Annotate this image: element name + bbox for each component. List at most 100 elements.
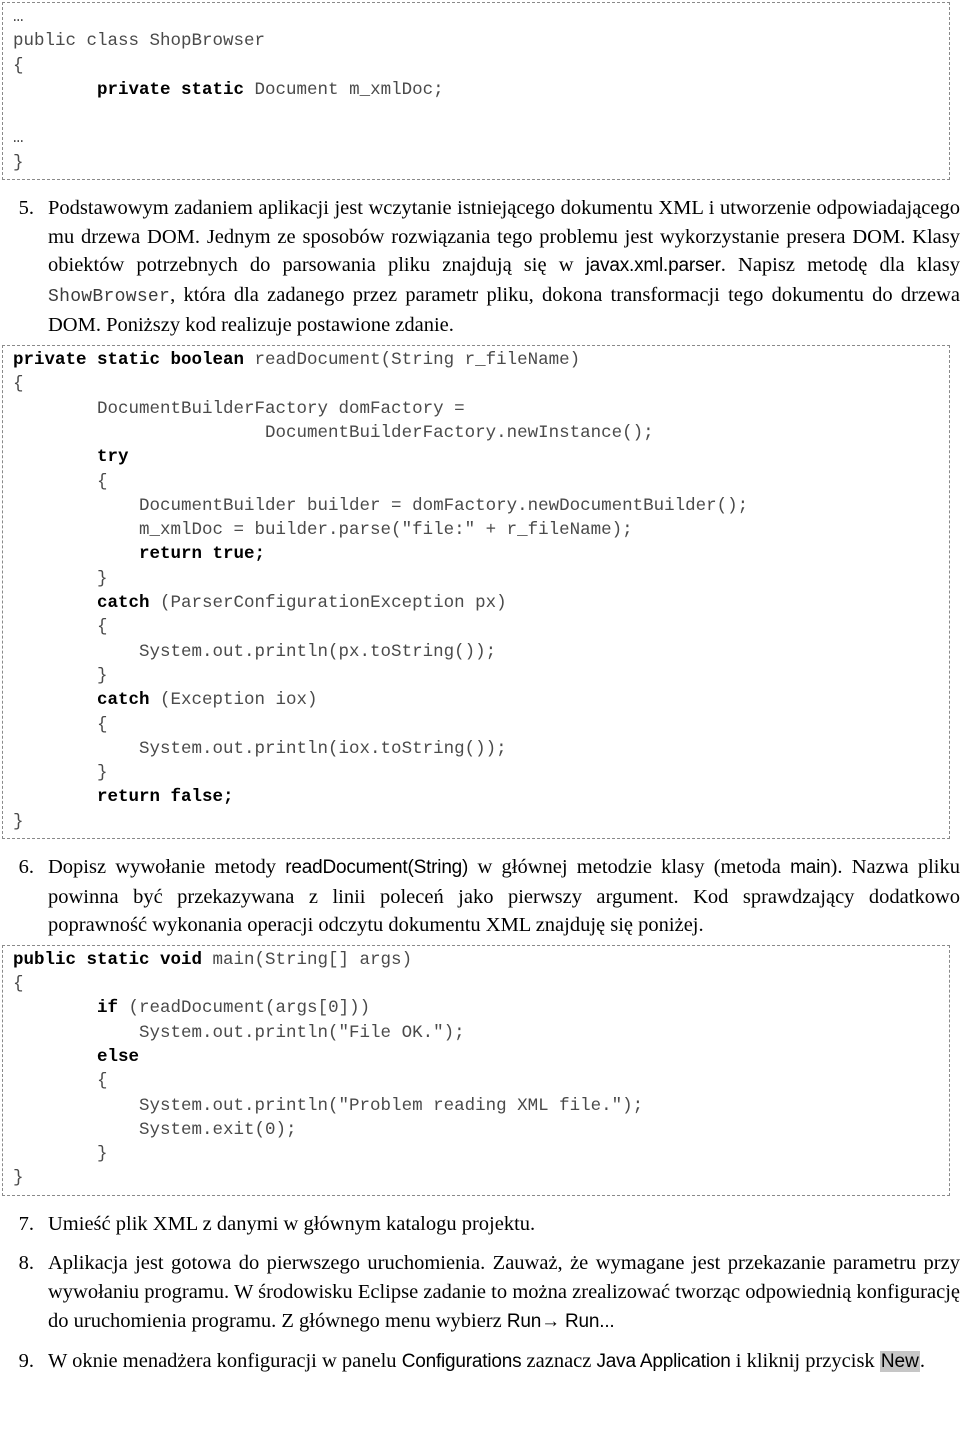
code-keyword: private static [97, 79, 245, 100]
step-paragraph-part: W oknie menadżera konfiguracji w panelu [48, 1350, 402, 1373]
step-paragraph-part: , która dla zadanego przez parametr plik… [48, 283, 960, 337]
code-line: try [13, 445, 949, 469]
code-line: { [13, 615, 949, 639]
code-text: DocumentBuilderFactory domFactory = [13, 398, 465, 419]
code-text: DocumentBuilder builder = domFactory.new… [13, 495, 749, 516]
code-text: { [13, 1071, 108, 1092]
code-line: else [13, 1045, 949, 1069]
code-block-main: public static void main(String[] args){ … [2, 944, 950, 1196]
config-type-java-application[interactable]: Java Application [597, 1351, 731, 1372]
code-line: { [13, 972, 949, 996]
code-text: System.out.println("Problem reading XML … [13, 1095, 644, 1116]
step-text: W oknie menadżera konfiguracji w panelu … [48, 1347, 960, 1377]
code-line: } [13, 1142, 949, 1166]
code-keyword: else [97, 1046, 140, 1067]
code-line: public class ShopBrowser [13, 29, 949, 53]
step-paragraph-part: zaznacz [521, 1350, 597, 1373]
step-number: 8. [18, 1252, 34, 1275]
code-text: main(String[] args) [202, 949, 413, 970]
code-line: … [13, 5, 949, 29]
code-text: DocumentBuilderFactory.newInstance(); [13, 422, 654, 443]
inline-code-main: main [790, 856, 831, 878]
menu-item-run[interactable]: Run [507, 1311, 541, 1332]
inline-code-package: javax.xml.parser [585, 255, 721, 277]
step-paragraph-part: w głównej metodzie klasy (metoda [468, 855, 791, 878]
step-paragraph-part: . [919, 1350, 925, 1373]
code-line: return true; [13, 542, 949, 566]
code-text: System.out.println("File OK."); [13, 1022, 465, 1043]
code-line: System.out.println(iox.toString()); [13, 737, 949, 761]
code-line: public static void main(String[] args) [13, 948, 949, 972]
code-text: { [13, 471, 108, 492]
list-item-step-6: 6. Dopisz wywołanie metody readDocument(… [0, 853, 960, 940]
code-line: if (readDocument(args[0])) [13, 996, 949, 1020]
list-item-step-8: 8. Aplikacja jest gotowa do pierwszego u… [0, 1249, 960, 1336]
step-paragraph-part: . Napisz metodę dla klasy [720, 254, 960, 277]
inline-code-method: readDocument(String) [285, 856, 469, 878]
code-keyword: return true; [139, 544, 266, 565]
code-block-shopbrowser: … public class ShopBrowser { private stati… [2, 2, 950, 181]
step-paragraph-part: Dopisz wywołanie metody [48, 855, 286, 878]
list-item-step-5: 5. Podstawowym zadaniem aplikacji jest w… [0, 194, 960, 340]
code-line: catch (Exception iox) [13, 688, 949, 712]
code-text: (readDocument(args[0])) [118, 998, 371, 1019]
ellipsis-text: … [13, 7, 23, 27]
code-text: readDocument(String r_fileName) [244, 350, 581, 371]
code-line: private static boolean readDocument(Stri… [13, 348, 949, 372]
code-text: } [13, 665, 108, 686]
menu-item-run-dialog[interactable]: Run... [560, 1311, 615, 1332]
code-block-readdocument: private static boolean readDocument(Stri… [2, 345, 950, 839]
inline-code-classname: ShowBrowser [48, 286, 171, 307]
code-text: public class ShopBrowser [13, 31, 266, 52]
code-text: } [13, 1168, 24, 1189]
code-line: System.out.println("Problem reading XML … [13, 1094, 949, 1118]
arrow-right-icon: → [541, 1310, 560, 1332]
code-text: (Exception iox) [149, 690, 318, 711]
step-paragraph-part: i kliknij przycisk [730, 1350, 880, 1373]
code-text: { [13, 617, 108, 638]
step-number: 5. [18, 197, 34, 220]
code-line: } [13, 151, 949, 175]
step-text: Aplikacja jest gotowa do pierwszego uruc… [48, 1249, 960, 1336]
code-text: { [13, 974, 24, 995]
panel-label-configurations: Configurations [401, 1351, 522, 1373]
code-text: Document m_xmlDoc; [244, 79, 444, 100]
code-text: { [13, 714, 108, 735]
code-line: { [13, 713, 949, 737]
code-text: } [13, 1144, 108, 1165]
code-line: System.exit(0); [13, 1118, 949, 1142]
code-keyword: try [97, 447, 129, 468]
step-text: Dopisz wywołanie metody readDocument(Str… [48, 853, 960, 940]
step-text: Podstawowym zadaniem aplikacji jest wczy… [48, 194, 960, 340]
steps-list-middle: 6. Dopisz wywołanie metody readDocument(… [0, 853, 960, 940]
code-line: return false; [13, 785, 949, 809]
new-button[interactable]: New [879, 1351, 920, 1373]
code-text: System.exit(0); [13, 1119, 297, 1140]
steps-list-lower: 7. Umieść plik XML z danymi w głównym ka… [0, 1210, 960, 1377]
steps-list-upper: 5. Podstawowym zadaniem aplikacji jest w… [0, 194, 960, 340]
code-text: System.out.println(px.toString()); [13, 641, 497, 662]
code-keyword: catch [97, 593, 150, 614]
code-line: { [13, 372, 949, 396]
code-keyword: public static void [13, 949, 203, 970]
code-text: { [13, 374, 24, 395]
code-keyword: catch [97, 690, 150, 711]
code-line: } [13, 761, 949, 785]
code-line: DocumentBuilderFactory.newInstance(); [13, 421, 949, 445]
code-line: private static Document m_xmlDoc; [13, 78, 949, 102]
code-text: } [13, 811, 24, 832]
code-line: catch (ParserConfigurationException px) [13, 591, 949, 615]
list-item-step-7: 7. Umieść plik XML z danymi w głównym ka… [0, 1210, 960, 1239]
code-line: } [13, 810, 949, 834]
code-line: { [13, 470, 949, 494]
document-page: … public class ShopBrowser { private stati… [0, 2, 960, 1436]
step-text: Umieść plik XML z danymi w głównym katal… [48, 1212, 536, 1235]
